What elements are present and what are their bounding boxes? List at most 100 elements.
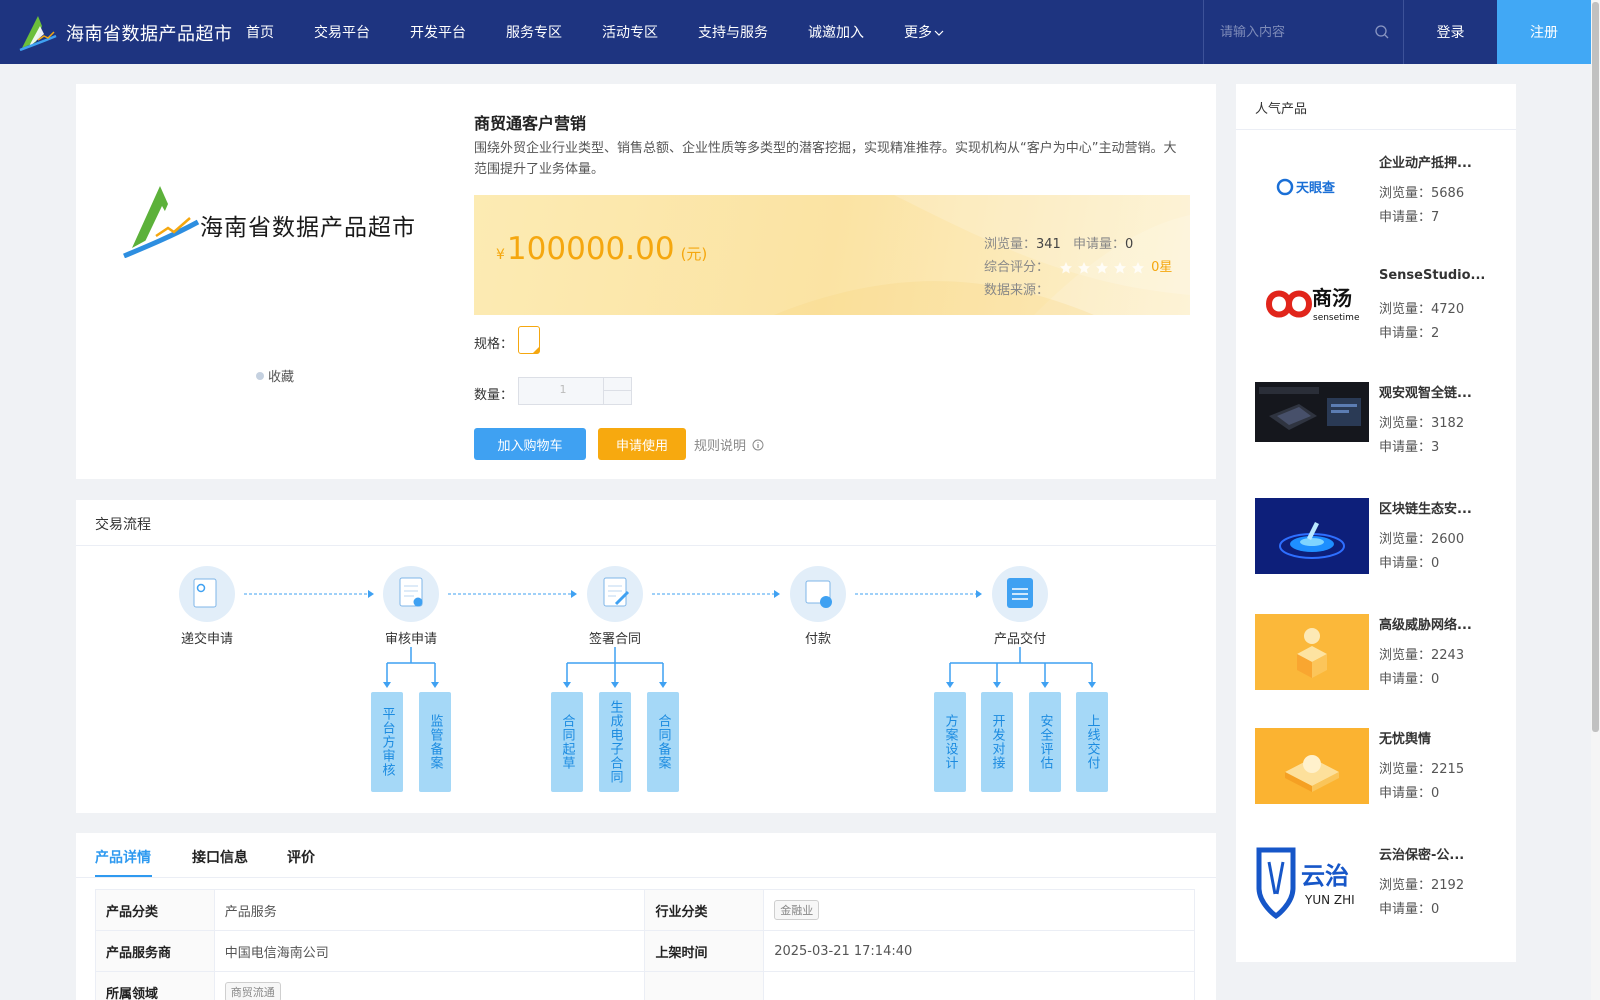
site-logo-icon[interactable] [18,12,58,52]
apps-label: 申请量： [1379,326,1432,341]
device-image-icon [1255,382,1369,442]
tianyancha-logo-thumb[interactable]: 天眼查 [1255,152,1369,228]
nav-more[interactable]: 更多 [904,22,944,42]
table-key: 所属领域 [95,971,215,1000]
tianyancha-logo-icon: 天眼查 [1255,152,1369,228]
views-label: 浏览量： [1379,186,1432,201]
product-title: 商贸通客户营销 [474,114,587,133]
transaction-flow-card: 交易流程 递交申请 审核申请 签署合同 付款 产品交付 平台方审核 监管备案 合… [76,500,1216,813]
nav-trading[interactable]: 交易平台 [314,22,370,42]
domain-tag: 商贸流通 [224,982,281,1000]
flow-step-glyphs [193,577,1033,608]
product-name[interactable]: 企业动产抵押... [1379,152,1505,171]
price-panel: ¥ 100000.00 (元) 浏览量：341 申请量：0 综合评分： 0星 数… [474,195,1190,315]
stats-row-source: 数据来源： [984,279,1172,302]
views-label: 浏览量： [1379,302,1432,317]
product-apps: 申请量：7 [1379,206,1439,225]
tab-interface-info[interactable]: 接口信息 [192,847,248,867]
quantity-stepper[interactable]: 1 [518,377,632,405]
popular-product-item[interactable]: 商汤 sensetime SenseStudio... 浏览量：4720 申请量… [1255,268,1505,348]
register-button[interactable]: 注册 [1497,0,1591,64]
sentiment-image-thumb[interactable] [1255,728,1369,804]
nav-home[interactable]: 首页 [246,22,274,42]
star-icon [1132,261,1145,273]
quantity-label: 数量： [474,388,514,403]
views-value: 2243 [1431,648,1465,663]
search-icon[interactable] [1375,25,1389,39]
spec-option-icon[interactable] [518,326,540,354]
scrollbar-thumb[interactable] [1592,2,1599,732]
nav-join[interactable]: 诚邀加入 [808,22,864,42]
detail-table: 产品分类 产品服务 行业分类 金融业 产品服务商 中国电信海南公司 上架时间 2… [95,889,1195,1000]
product-views: 浏览量：2192 [1379,874,1464,893]
apps-value: 0 [1431,786,1440,801]
yunzhi-logo-thumb[interactable]: 云治 YUN ZHI [1255,844,1369,920]
nav-support[interactable]: 支持与服务 [698,22,768,42]
views-value: 2600 [1431,532,1465,547]
step-contract-label: 签署合同 [588,632,641,647]
popular-product-item[interactable]: 高级威胁网络... 浏览量：2243 申请量：0 [1255,614,1505,694]
nav-activity[interactable]: 活动专区 [602,22,658,42]
add-to-cart-button[interactable]: 加入购物车 [474,428,586,460]
chevron-down-icon [934,30,944,36]
product-logo-icon [123,186,200,258]
site-title[interactable]: 海南省数据产品超市 [66,20,233,46]
sub-step-regulatory-filing: 监管备案 [419,692,451,792]
apps-label: 申请量： [1379,786,1432,801]
quantity-value[interactable]: 1 [519,383,607,396]
flow-title: 交易流程 [95,517,151,533]
product-apps: 申请量：0 [1379,782,1439,801]
product-name[interactable]: SenseStudio... [1379,268,1505,283]
product-name[interactable]: 高级威胁网络... [1379,614,1505,633]
apps-value: 0 [1431,902,1440,917]
views-value: 2192 [1431,878,1465,893]
table-key: 上架时间 [644,930,765,972]
sensetime-logo-thumb[interactable]: 商汤 sensetime [1255,268,1369,344]
popular-products-sidebar: 人气产品 天眼查 企业动产抵押... 浏览量：5686 申请量：7 商汤 sen… [1236,84,1516,962]
blockchain-image-thumb[interactable] [1255,498,1369,574]
nav-dev[interactable]: 开发平台 [410,22,466,42]
apps-label: 申请量： [1379,902,1432,917]
search-input[interactable] [1220,24,1370,40]
popular-product-item[interactable]: 观安观智全链... 浏览量：3182 申请量：3 [1255,382,1505,462]
sub-step-e-contract: 生成电子合同 [599,692,631,792]
product-name[interactable]: 云治保密-公... [1379,844,1505,863]
tab-product-detail[interactable]: 产品详情 [95,847,151,867]
threat-image-thumb[interactable] [1255,614,1369,690]
table-value [763,971,1195,1000]
product-apps: 申请量：0 [1379,668,1439,687]
step-payment-label: 付款 [804,632,831,647]
login-button[interactable]: 登录 [1403,0,1497,64]
sidebar-title: 人气产品 [1255,102,1308,117]
product-name[interactable]: 无忧舆情 [1379,728,1505,747]
info-icon [752,439,764,450]
price-currency: ¥ [496,247,505,263]
sub-step-contract-filing: 合同备案 [647,692,679,792]
popular-product-item[interactable]: 天眼查 企业动产抵押... 浏览量：5686 申请量：7 [1255,152,1505,232]
star-icon [1060,261,1073,273]
apps-value: 0 [1125,237,1134,252]
table-key: 产品分类 [95,889,215,931]
apps-label: 申请量： [1379,210,1432,225]
quantity-up-button[interactable] [604,378,631,391]
product-name[interactable]: 观安观智全链... [1379,382,1505,401]
popular-product-item[interactable]: 云治 YUN ZHI 云治保密-公... 浏览量：2192 申请量：0 [1255,844,1505,924]
rules-label: 规则说明 [694,439,747,454]
sub-step-go-live: 上线交付 [1076,692,1108,792]
step-submit-label: 递交申请 [180,632,233,647]
tab-reviews[interactable]: 评价 [287,847,315,867]
dark-device-image-thumb[interactable] [1255,382,1369,458]
collect-button[interactable]: 收藏 [256,366,294,385]
product-name[interactable]: 区块链生态安... [1379,498,1505,517]
product-apps: 申请量：3 [1379,436,1439,455]
step-delivery-label: 产品交付 [993,632,1046,647]
quantity-down-button[interactable] [604,391,631,404]
popular-product-item[interactable]: 无忧舆情 浏览量：2215 申请量：0 [1255,728,1505,808]
apply-button[interactable]: 申请使用 [598,428,686,460]
popular-product-item[interactable]: 区块链生态安... 浏览量：2600 申请量：0 [1255,498,1505,578]
rules-link[interactable]: 规则说明 [694,435,764,454]
nav-service[interactable]: 服务专区 [506,22,562,42]
sub-step-contract-draft: 合同起草 [551,692,583,792]
views-value: 4720 [1431,302,1465,317]
product-logo-text: 海南省数据产品超市 [200,215,416,241]
